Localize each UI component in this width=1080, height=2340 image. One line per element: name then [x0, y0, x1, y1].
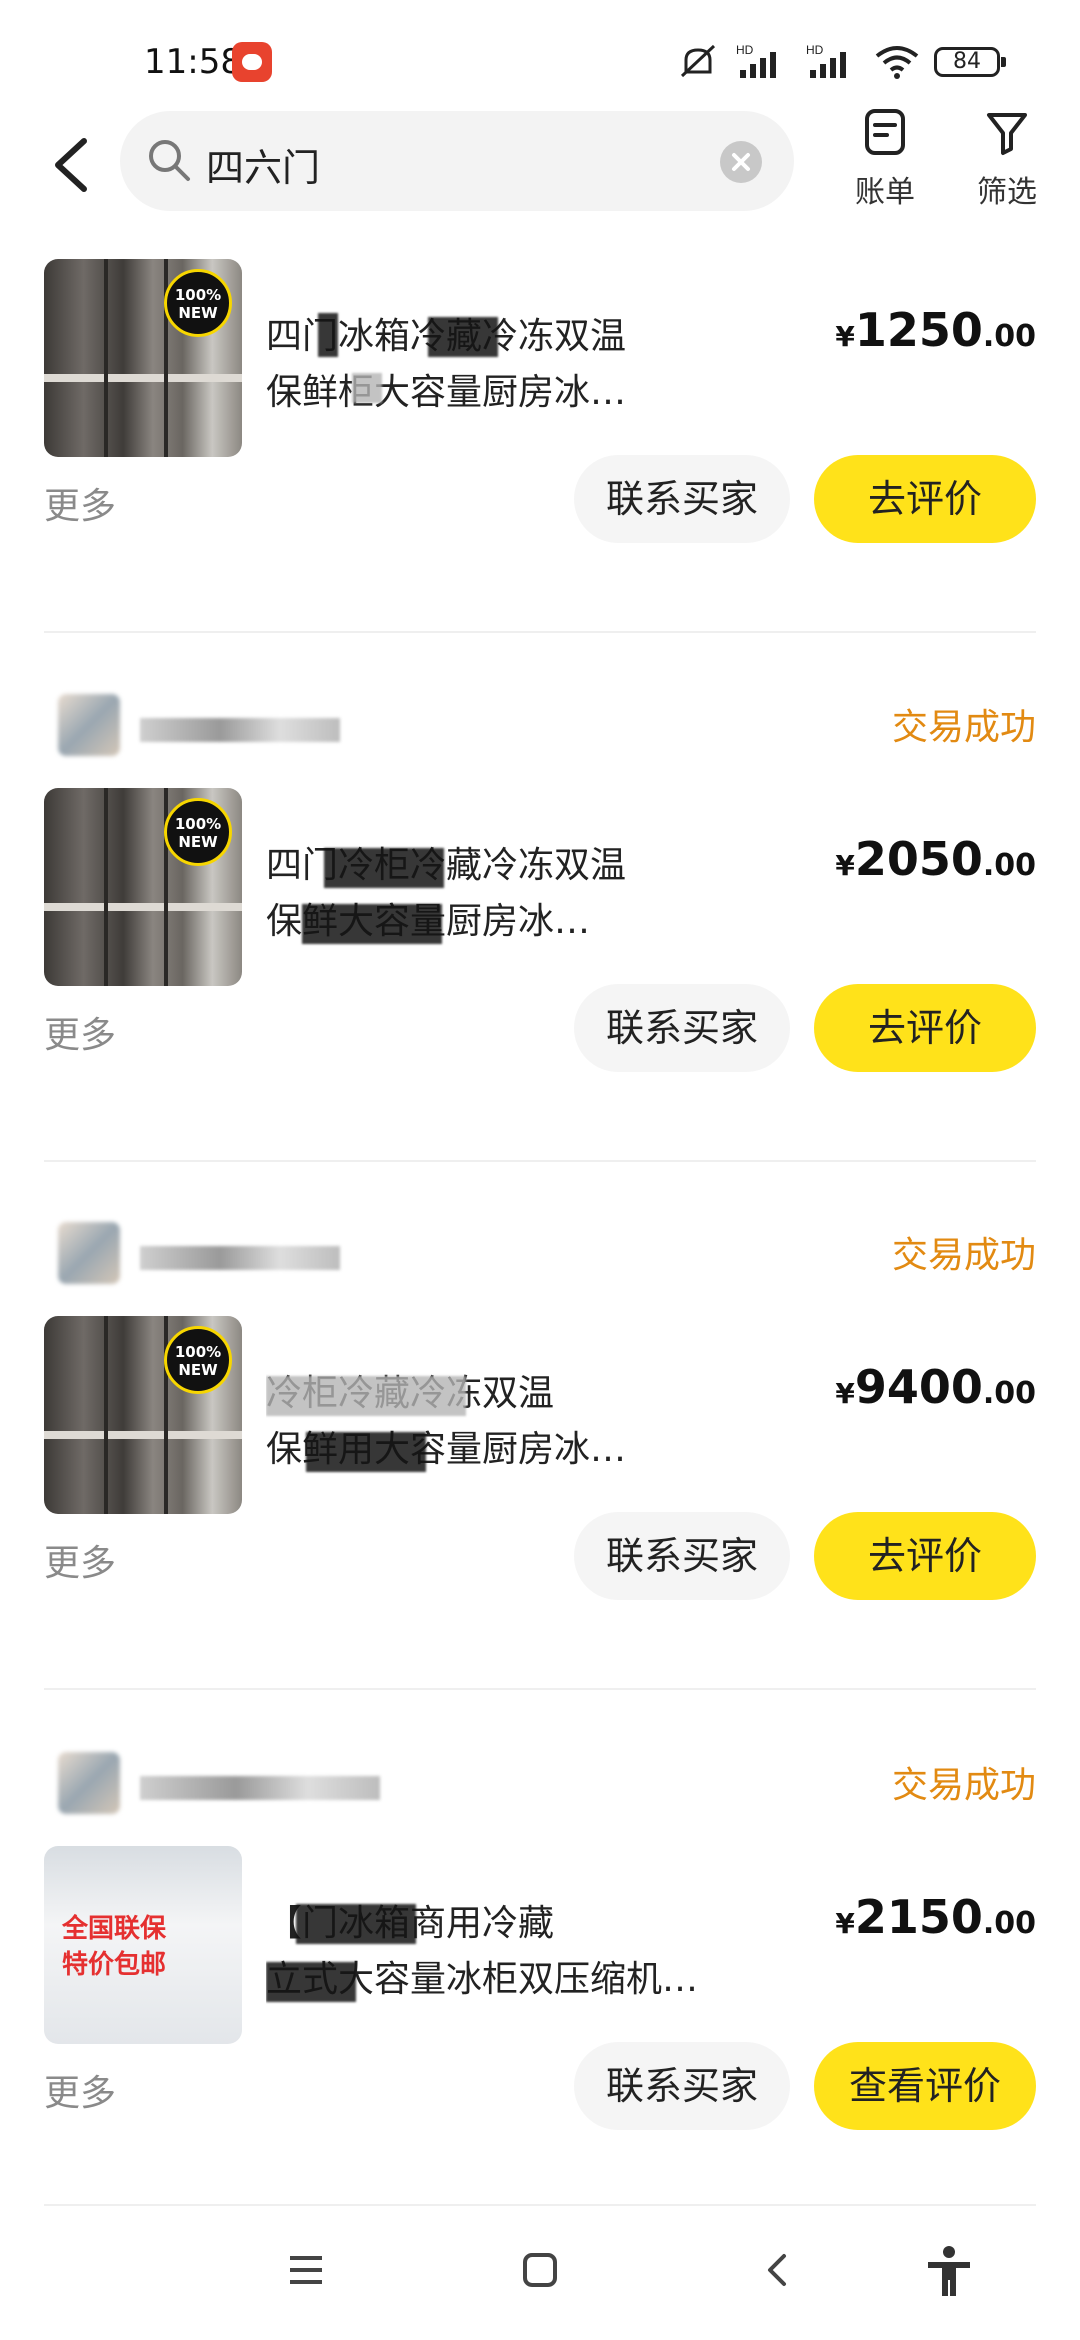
redaction [302, 904, 442, 944]
accessibility-icon[interactable] [924, 2244, 974, 2300]
nav-back-icon[interactable] [758, 2250, 798, 2290]
status-badge: 交易成功 [891, 707, 1036, 748]
price-currency: ¥ [835, 320, 855, 353]
bill-label: 账单 [855, 175, 915, 210]
menu-icon[interactable] [286, 2250, 326, 2290]
price-decimal: .00 [982, 319, 1036, 354]
redaction [428, 317, 498, 357]
divider [44, 631, 1036, 633]
redaction [266, 1962, 356, 2002]
contact-buyer-button[interactable]: 联系买家 [574, 984, 790, 1072]
order-price: ¥9400.00 [835, 1360, 1036, 1414]
order-list[interactable]: 100% NEW 四门冰箱冷藏冷冻双温 保鲜柜大容量厨房冰… ¥1250.00 … [0, 0, 1080, 2220]
divider [44, 1688, 1036, 1690]
seller-row[interactable] [44, 1222, 504, 1292]
redaction [324, 848, 444, 888]
price-decimal: .00 [982, 848, 1036, 883]
bill-icon [865, 109, 905, 155]
order-price: ¥1250.00 [835, 303, 1036, 357]
status-badge: 交易成功 [891, 1235, 1036, 1276]
redaction [318, 313, 338, 357]
price-decimal: .00 [982, 1376, 1036, 1411]
divider [44, 1160, 1036, 1162]
status-badge: 交易成功 [891, 1765, 1036, 1806]
search-icon [149, 140, 190, 181]
product-title[interactable]: 【门冰箱商用冷藏 立式大容量冰柜双压缩机… [266, 1896, 818, 2008]
more-link[interactable]: 更多 [44, 1006, 116, 1058]
new-badge: 100% NEW [164, 798, 232, 866]
redaction [296, 1904, 416, 1944]
price-integer: 9400 [854, 1360, 983, 1414]
product-thumbnail[interactable]: 100% NEW [44, 1316, 242, 1514]
order-price: ¥2150.00 [835, 1890, 1036, 1944]
review-button[interactable]: 去评价 [814, 455, 1036, 543]
product-thumbnail[interactable]: 100% NEW [44, 788, 242, 986]
seller-avatar [58, 694, 120, 756]
home-icon[interactable] [520, 2250, 560, 2290]
redaction [266, 1376, 466, 1416]
search-query[interactable]: 四六门 [206, 137, 320, 192]
review-button[interactable]: 去评价 [814, 984, 1036, 1072]
review-button[interactable]: 去评价 [814, 1512, 1036, 1600]
clear-icon[interactable] [720, 141, 762, 183]
redaction [352, 373, 382, 403]
divider [44, 2204, 1036, 2206]
price-integer: 1250 [854, 303, 983, 357]
new-badge: 100% NEW [164, 269, 232, 337]
price-integer: 2050 [854, 832, 983, 886]
promo-text-line-1: 全国联保 [62, 1914, 167, 1944]
contact-buyer-button[interactable]: 联系买家 [574, 455, 790, 543]
product-thumbnail[interactable]: 100% NEW [44, 259, 242, 457]
bill-button[interactable]: 账单 [840, 107, 930, 211]
seller-avatar [58, 1222, 120, 1284]
more-link[interactable]: 更多 [44, 2064, 116, 2116]
filter-button[interactable]: 筛选 [962, 107, 1052, 211]
product-title[interactable]: 冷柜冷藏冷冻双温 保鲜用大容量厨房冰… [266, 1366, 818, 1478]
filter-label: 筛选 [977, 175, 1037, 210]
top-header: 四六门 账单 筛选 [0, 105, 1080, 225]
price-integer: 2150 [854, 1890, 983, 1944]
seller-row[interactable] [44, 1752, 504, 1822]
price-currency: ¥ [835, 1377, 855, 1410]
more-link[interactable]: 更多 [44, 477, 116, 529]
price-currency: ¥ [835, 849, 855, 882]
title-line-1: 四门冷柜冷藏冷冻双温 [266, 845, 627, 886]
product-title[interactable]: 四门冷柜冷藏冷冻双温 保鲜大容量厨房冰… [266, 838, 818, 950]
more-link[interactable]: 更多 [44, 1534, 116, 1586]
price-decimal: .00 [982, 1906, 1036, 1941]
seller-name-redacted [140, 1246, 340, 1270]
filter-icon [987, 113, 1027, 155]
back-arrow-icon[interactable] [44, 125, 96, 205]
product-thumbnail[interactable]: 全国联保 特价包邮 [44, 1846, 242, 2044]
order-price: ¥2050.00 [835, 832, 1036, 886]
seller-name-redacted [140, 1776, 380, 1800]
title-line-2: 保鲜柜大容量厨房冰… [266, 372, 627, 413]
redaction [306, 1432, 426, 1472]
seller-row[interactable] [44, 694, 504, 764]
promo-text-line-2: 特价包邮 [62, 1950, 167, 1980]
contact-buyer-button[interactable]: 联系买家 [574, 1512, 790, 1600]
seller-name-redacted [140, 718, 340, 742]
seller-avatar [58, 1752, 120, 1814]
price-currency: ¥ [835, 1907, 855, 1940]
system-nav-bar [0, 2220, 1080, 2340]
contact-buyer-button[interactable]: 联系买家 [574, 2042, 790, 2130]
product-title[interactable]: 四门冰箱冷藏冷冻双温 保鲜柜大容量厨房冰… [266, 309, 818, 421]
view-review-button[interactable]: 查看评价 [814, 2042, 1036, 2130]
search-input[interactable]: 四六门 [120, 111, 794, 211]
new-badge: 100% NEW [164, 1326, 232, 1394]
